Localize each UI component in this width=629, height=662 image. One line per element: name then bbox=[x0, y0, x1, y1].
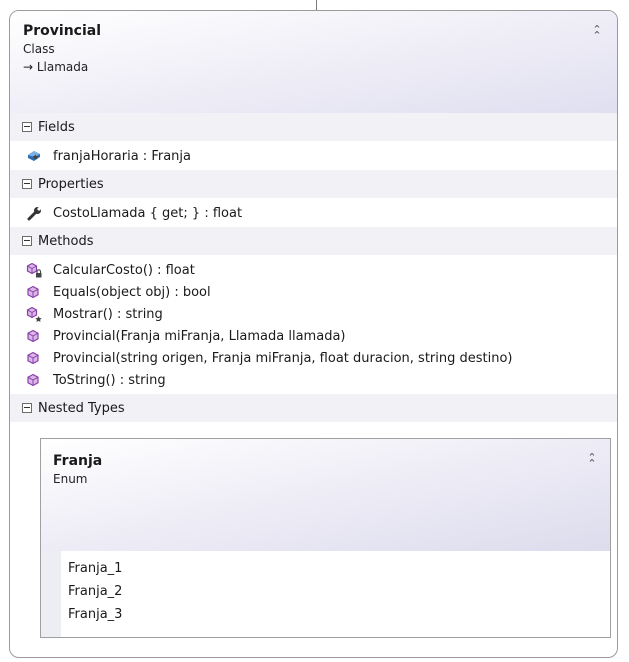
class-base: → Llamada bbox=[23, 60, 89, 74]
enum-value[interactable]: Franja_3 bbox=[61, 603, 610, 626]
collapse-minus-icon[interactable] bbox=[22, 179, 32, 189]
section-properties-header[interactable]: Properties bbox=[10, 170, 617, 198]
collapse-minus-icon[interactable] bbox=[22, 403, 32, 413]
list-item[interactable]: Equals(object obj) : bool bbox=[10, 281, 617, 303]
enum-name: Franja bbox=[53, 453, 103, 469]
double-chevron-up-icon[interactable]: ⌃ ⌃ bbox=[586, 452, 598, 469]
properties-list: CostoLlamada { get; } : float bbox=[10, 198, 617, 227]
member-text: Mostrar() : string bbox=[53, 306, 163, 322]
property-wrench-icon bbox=[26, 205, 43, 222]
list-item[interactable]: franjaHoraria : Franja bbox=[10, 145, 617, 167]
list-item[interactable]: CostoLlamada { get; } : float bbox=[10, 202, 617, 224]
member-text: Provincial(string origen, Franja miFranj… bbox=[53, 350, 513, 366]
member-text: CostoLlamada { get; } : float bbox=[53, 205, 243, 221]
protected-field-icon bbox=[26, 148, 43, 165]
class-name: Provincial bbox=[23, 23, 102, 39]
section-fields-label: Fields bbox=[38, 119, 75, 135]
enum-values-list: Franja_1 Franja_2 Franja_3 bbox=[41, 551, 610, 637]
protected-method-icon bbox=[26, 306, 43, 323]
nested-types-container: Franja Enum ⌃ ⌃ Franja_1 Franja_2 Franja_… bbox=[10, 422, 617, 638]
private-method-icon bbox=[26, 262, 43, 279]
list-item[interactable]: ToString() : string bbox=[10, 369, 617, 391]
section-fields-header[interactable]: Fields bbox=[10, 113, 617, 141]
section-methods-header[interactable]: Methods bbox=[10, 227, 617, 255]
collapse-minus-icon[interactable] bbox=[22, 236, 32, 246]
methods-list: CalcularCosto() : float Equals(object ob… bbox=[10, 255, 617, 394]
enum-value[interactable]: Franja_2 bbox=[61, 580, 610, 603]
member-text: Provincial(Franja miFranja, Llamada llam… bbox=[53, 328, 346, 344]
member-text: ToString() : string bbox=[53, 372, 166, 388]
enum-header: Franja Enum ⌃ ⌃ bbox=[41, 439, 610, 551]
section-properties-label: Properties bbox=[38, 176, 104, 192]
member-text: CalcularCosto() : float bbox=[53, 262, 195, 278]
enum-kind: Enum bbox=[53, 472, 88, 486]
member-text: Equals(object obj) : bool bbox=[53, 284, 211, 300]
list-item[interactable]: CalcularCosto() : float bbox=[10, 259, 617, 281]
double-chevron-up-icon[interactable]: ⌃ ⌃ bbox=[591, 24, 603, 41]
public-method-icon bbox=[26, 350, 43, 367]
section-methods-label: Methods bbox=[38, 233, 94, 249]
list-item[interactable]: Provincial(Franja miFranja, Llamada llam… bbox=[10, 325, 617, 347]
section-nested-types-label: Nested Types bbox=[38, 400, 125, 416]
section-nested-types-header[interactable]: Nested Types bbox=[10, 394, 617, 422]
class-box-provincial[interactable]: Provincial Class → Llamada ⌃ ⌃ Fields fra… bbox=[9, 10, 618, 658]
class-header: Provincial Class → Llamada ⌃ ⌃ bbox=[10, 11, 617, 113]
enum-box-franja[interactable]: Franja Enum ⌃ ⌃ Franja_1 Franja_2 Franja_… bbox=[40, 438, 611, 638]
member-text: franjaHoraria : Franja bbox=[53, 148, 191, 164]
fields-list: franjaHoraria : Franja bbox=[10, 141, 617, 170]
class-kind: Class bbox=[23, 42, 55, 56]
public-method-icon bbox=[26, 284, 43, 301]
enum-value[interactable]: Franja_1 bbox=[61, 557, 610, 580]
public-method-icon bbox=[26, 372, 43, 389]
list-item[interactable]: Provincial(string origen, Franja miFranj… bbox=[10, 347, 617, 369]
collapse-minus-icon[interactable] bbox=[22, 122, 32, 132]
public-method-icon bbox=[26, 328, 43, 345]
list-item[interactable]: Mostrar() : string bbox=[10, 303, 617, 325]
